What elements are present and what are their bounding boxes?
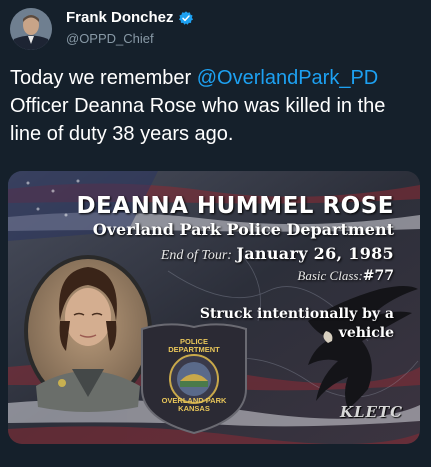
basic-class-label: Basic Class:	[297, 268, 363, 283]
mention-link[interactable]: @OverlandPark_PD	[197, 67, 378, 89]
end-of-tour-date: January 26, 1985	[236, 244, 394, 263]
police-badge-icon: POLICE DEPARTMENT	[146, 338, 242, 354]
end-of-tour: End of Tour: January 26, 1985	[161, 244, 394, 264]
basic-class-number: #77	[362, 268, 394, 284]
display-name[interactable]: Frank Donchez	[66, 9, 174, 26]
verified-badge-icon	[178, 10, 193, 25]
memorial-department: Overland Park Police Department	[92, 220, 394, 239]
kletc-watermark: KLETC	[340, 403, 404, 421]
badge-bottom-line2: KANSAS	[178, 404, 210, 413]
tweet-text-before: Today we remember	[10, 67, 197, 89]
basic-class: Basic Class:#77	[297, 267, 394, 285]
end-of-tour-label: End of Tour:	[160, 248, 232, 263]
tweet-text-after: Officer Deanna Rose who was killed in th…	[10, 95, 386, 145]
author-row: Frank Donchez	[66, 9, 194, 26]
tweet-media-image[interactable]: DEANNA HUMMEL ROSE Overland Park Police …	[8, 171, 420, 444]
handle[interactable]: @OPPD_Chief	[66, 31, 154, 46]
badge-bottom-text: OVERLAND PARK KANSAS	[146, 397, 242, 413]
memorial-name: DEANNA HUMMEL ROSE	[76, 193, 394, 219]
badge-top-line2: DEPARTMENT	[168, 345, 220, 354]
avatar[interactable]	[10, 8, 52, 50]
tweet-text: Today we remember @OverlandPark_PD Offic…	[10, 64, 422, 148]
tweet: Frank Donchez @OPPD_Chief Today we remem…	[0, 0, 431, 467]
